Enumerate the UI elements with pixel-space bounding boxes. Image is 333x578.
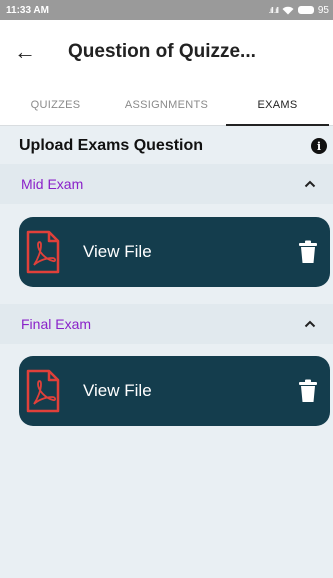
group-title: Mid Exam xyxy=(21,176,84,192)
pdf-icon xyxy=(26,369,60,413)
page-title: Question of Quizze... xyxy=(68,41,256,62)
group-title: Final Exam xyxy=(21,316,92,332)
trash-icon[interactable] xyxy=(298,379,318,403)
status-indicators: .ıll .ıll 95 xyxy=(269,5,329,16)
file-card-final-exam[interactable]: View File xyxy=(19,356,330,426)
tab-exams[interactable]: EXAMS xyxy=(222,84,333,126)
file-card-mid-exam[interactable]: View File xyxy=(19,217,330,287)
chevron-up-icon[interactable] xyxy=(301,175,319,193)
battery-icon xyxy=(297,6,314,14)
battery-level: 95 xyxy=(317,4,329,16)
group-header-mid-exam[interactable]: Mid Exam xyxy=(0,164,333,204)
status-time: 11:33 AM xyxy=(6,4,49,16)
trash-icon[interactable] xyxy=(298,240,318,264)
tab-assignments[interactable]: ASSIGNMENTS xyxy=(111,84,222,125)
back-arrow-icon[interactable]: ← xyxy=(0,28,50,76)
pdf-icon xyxy=(26,230,60,274)
status-bar: 11:33 AM .ıll .ıll 95 xyxy=(0,0,333,20)
section-header: Upload Exams Question i xyxy=(0,132,333,160)
view-file-link[interactable]: View File xyxy=(83,381,298,401)
info-icon[interactable]: i xyxy=(311,138,327,154)
view-file-link[interactable]: View File xyxy=(83,242,298,262)
app-bar: ← Question of Quizze... xyxy=(0,20,333,84)
tab-quizzes[interactable]: QUIZZES xyxy=(0,84,111,125)
tab-bar: QUIZZES ASSIGNMENTS EXAMS xyxy=(0,84,333,126)
group-header-final-exam[interactable]: Final Exam xyxy=(0,304,333,344)
chevron-up-icon[interactable] xyxy=(301,315,319,333)
wifi-icon xyxy=(282,6,294,14)
section-title: Upload Exams Question xyxy=(19,137,204,154)
signal-icon: .ıll .ıll xyxy=(268,5,279,15)
